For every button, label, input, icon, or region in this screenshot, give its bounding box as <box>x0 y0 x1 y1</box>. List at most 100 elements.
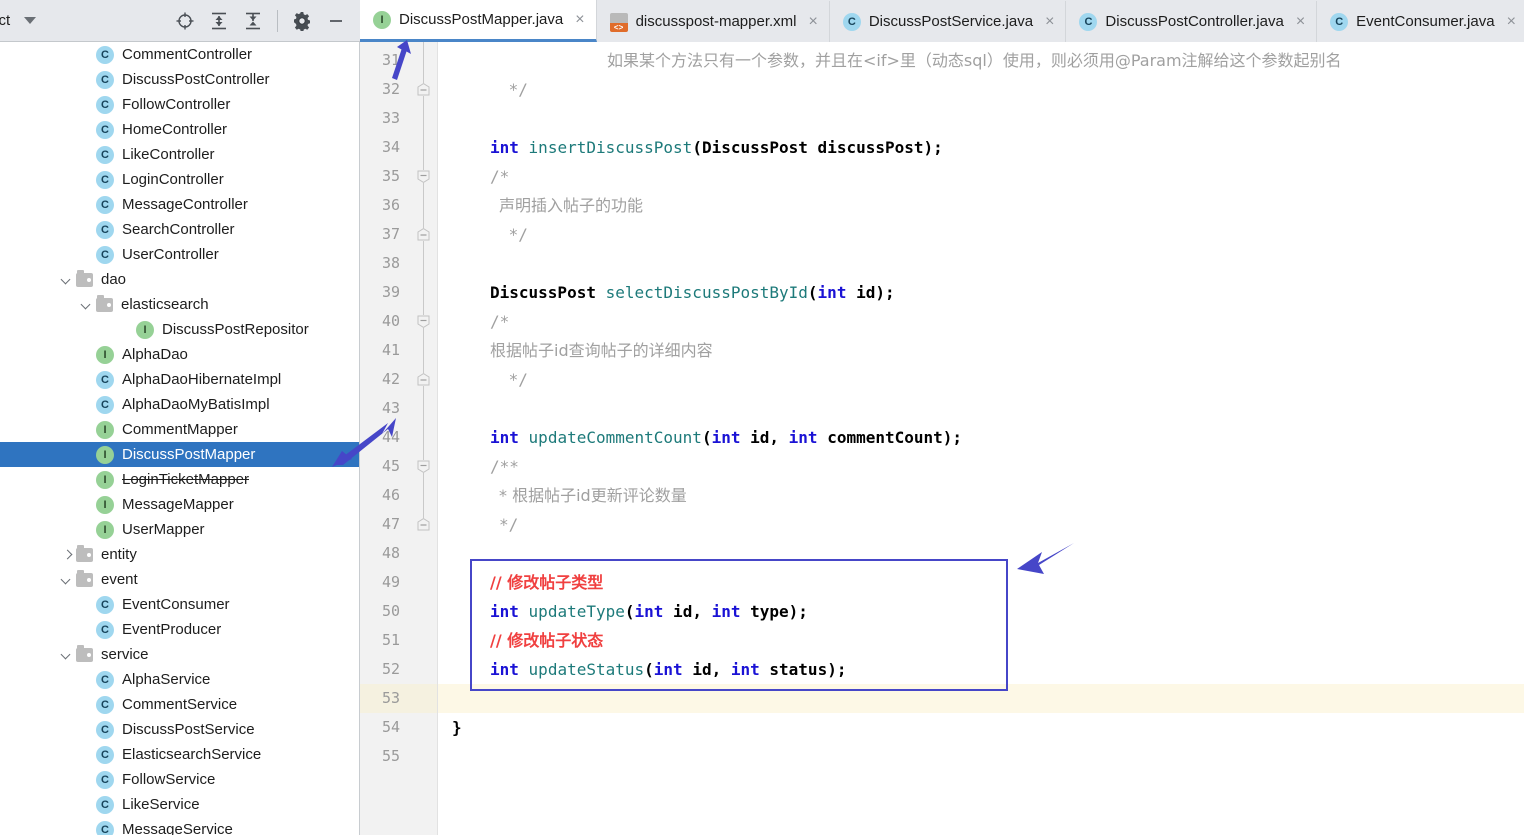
code-line-50: int updateType(int id, int type); <box>490 597 808 626</box>
tree-item-messagemapper[interactable]: I MessageMapper <box>0 492 360 517</box>
code-token: id, <box>740 428 789 447</box>
code-token: DiscussPost <box>701 138 808 157</box>
tree-item-label: event <box>101 571 138 588</box>
tree-item-eventconsumer[interactable]: C EventConsumer <box>0 592 360 617</box>
tree-item-alphadaomybatisimpl[interactable]: C AlphaDaoMyBatisImpl <box>0 392 360 417</box>
folder-icon <box>76 269 93 287</box>
tree-item-searchcontroller[interactable]: C SearchController <box>0 217 360 242</box>
code-token: int <box>490 660 519 679</box>
chevron-down-icon[interactable] <box>24 17 37 24</box>
class-icon: C <box>96 820 114 835</box>
chevron-right-icon[interactable] <box>60 548 74 562</box>
tree-item-usermapper[interactable]: I UserMapper <box>0 517 360 542</box>
tree-item-commentcontroller[interactable]: C CommentController <box>0 42 360 67</box>
tab-close-icon[interactable]: × <box>809 13 818 30</box>
editor-tab-bar: IDiscussPostMapper.java×discusspost-mapp… <box>360 0 1524 42</box>
tree-item-discusspostrepositor[interactable]: I DiscussPostRepositor <box>0 317 360 342</box>
editor-tab-label: EventConsumer.java <box>1356 13 1495 30</box>
tree-item-likeservice[interactable]: C LikeService <box>0 792 360 817</box>
tree-item-followservice[interactable]: C FollowService <box>0 767 360 792</box>
tree-item-eventproducer[interactable]: C EventProducer <box>0 617 360 642</box>
tree-item-messagecontroller[interactable]: C MessageController <box>0 192 360 217</box>
tree-item-alphaservice[interactable]: C AlphaService <box>0 667 360 692</box>
chevron-down-icon[interactable] <box>60 648 74 662</box>
chevron-down-icon[interactable] <box>60 273 74 287</box>
code-token: 声明插入帖子的功能 <box>499 196 644 215</box>
interface-icon: I <box>96 445 114 464</box>
code-token: int <box>634 602 664 621</box>
expand-all-icon[interactable] <box>209 11 229 31</box>
code-token: */ <box>499 80 528 99</box>
fold-stem <box>423 328 424 373</box>
tab-close-icon[interactable]: × <box>1507 13 1516 30</box>
tree-item-label: DiscussPostService <box>122 721 255 738</box>
chevron-down-icon[interactable] <box>80 298 94 312</box>
toolbar-separator <box>277 9 278 32</box>
project-panel-title-group[interactable]: ect <box>0 12 37 29</box>
project-panel-title: ect <box>0 12 11 29</box>
editor-tab-0[interactable]: I DiscussPostMapper.java × <box>360 0 597 42</box>
chevron-down-icon[interactable] <box>60 573 74 587</box>
interface-icon: I <box>96 420 114 439</box>
tree-item-label: service <box>101 646 149 663</box>
fold-stem <box>423 42 424 83</box>
tab-close-icon[interactable]: × <box>1296 13 1305 30</box>
tree-item-elasticsearchservice[interactable]: C ElasticsearchService <box>0 742 360 767</box>
project-tree[interactable]: C CommentController C DiscussPostController… <box>0 42 360 835</box>
editor-tab-4[interactable]: C EventConsumer.java × <box>1317 1 1524 42</box>
tree-item-homecontroller[interactable]: C HomeController <box>0 117 360 142</box>
line-number: 36 <box>381 196 400 214</box>
tree-item-discusspostservice[interactable]: C DiscussPostService <box>0 717 360 742</box>
tree-item-commentmapper[interactable]: I CommentMapper <box>0 417 360 442</box>
tree-folder-service[interactable]: service <box>0 642 360 667</box>
tree-item-discusspostcontroller[interactable]: C DiscussPostController <box>0 67 360 92</box>
code-token: /* <box>490 167 510 186</box>
tree-folder-elasticsearch[interactable]: elasticsearch <box>0 292 360 317</box>
tab-close-icon[interactable]: × <box>575 11 584 28</box>
gear-icon[interactable] <box>292 11 312 32</box>
class-icon: C <box>96 170 114 189</box>
line-number: 39 <box>381 283 400 301</box>
code-token: * 根据帖子id更新评论数量 <box>499 486 687 505</box>
tree-item-messageservice[interactable]: C MessageService <box>0 817 360 835</box>
tree-item-usercontroller[interactable]: C UserController <box>0 242 360 267</box>
class-icon: C <box>842 12 861 31</box>
editor-tab-2[interactable]: C DiscussPostService.java × <box>829 1 1067 42</box>
tree-item-label: entity <box>101 546 137 563</box>
code-token: int <box>490 138 519 157</box>
tree-item-commentservice[interactable]: C CommentService <box>0 692 360 717</box>
code-line-41: 根据帖子id查询帖子的详细内容 <box>490 336 713 365</box>
editor-tab-1[interactable]: discusspost-mapper.xml × <box>596 1 830 42</box>
collapse-all-icon[interactable] <box>243 11 263 31</box>
code-token: ( <box>807 283 818 302</box>
tree-item-alphadaohibernateimpl[interactable]: C AlphaDaoHibernateImpl <box>0 367 360 392</box>
tab-close-icon[interactable]: × <box>1045 13 1054 30</box>
tree-item-label: HomeController <box>122 121 228 138</box>
fold-stem <box>423 386 424 460</box>
tree-item-alphadao[interactable]: I AlphaDao <box>0 342 360 367</box>
tree-item-likecontroller[interactable]: C LikeController <box>0 142 360 167</box>
line-number: 50 <box>381 602 400 620</box>
code-line-37: */ <box>499 220 528 249</box>
code-token: id); <box>846 283 895 302</box>
code-editor[interactable]: 如果某个方法只有一个参数，并且在<if>里（动态sql）使用，则必须用@Para… <box>360 42 1524 835</box>
minimize-icon[interactable] <box>326 11 346 31</box>
tree-item-discusspostmapper[interactable]: I DiscussPostMapper <box>0 442 360 467</box>
tree-item-label: DiscussPostController <box>122 71 270 88</box>
tree-item-label: DiscussPostMapper <box>122 446 256 463</box>
tree-item-label: elasticsearch <box>121 296 209 313</box>
locate-target-icon[interactable] <box>175 11 195 31</box>
tree-item-loginticketmapper[interactable]: I LoginTicketMapper <box>0 467 360 492</box>
interface-icon: I <box>96 520 114 539</box>
tree-item-followcontroller[interactable]: C FollowController <box>0 92 360 117</box>
code-token: 如果某个方法只有一个参数，并且在<if>里（动态sql）使用，则必须用@Para… <box>607 51 1342 70</box>
tree-folder-entity[interactable]: entity <box>0 542 360 567</box>
code-line-32: */ <box>499 75 528 104</box>
tree-item-logincontroller[interactable]: C LoginController <box>0 167 360 192</box>
tree-item-label: dao <box>101 271 127 288</box>
folder-icon <box>96 294 113 312</box>
tree-folder-dao[interactable]: dao <box>0 267 360 292</box>
tree-folder-event[interactable]: event <box>0 567 360 592</box>
editor-tab-3[interactable]: C DiscussPostController.java × <box>1066 1 1318 42</box>
